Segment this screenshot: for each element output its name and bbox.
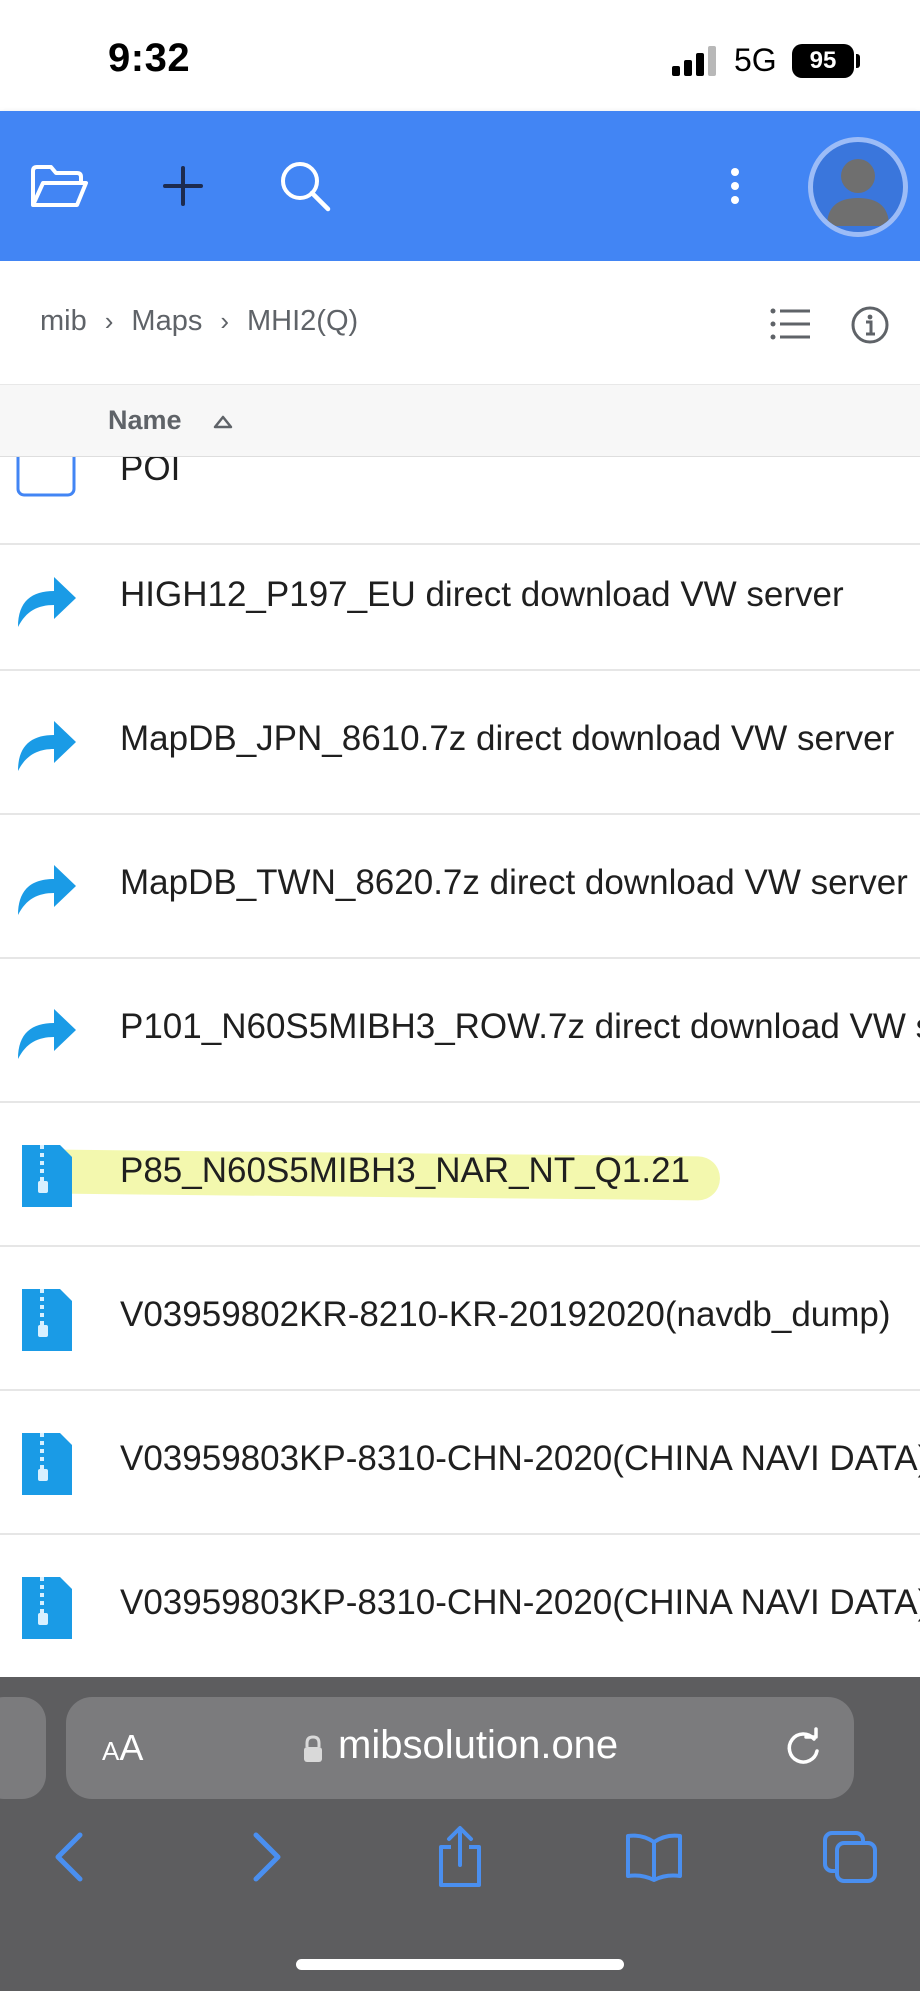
breadcrumb-bar: mib › Maps › MHI2(Q) xyxy=(0,261,920,385)
forward-icon[interactable] xyxy=(236,1827,296,1887)
address-bar[interactable]: AA mibsolution.one xyxy=(66,1697,854,1799)
shortcut-icon xyxy=(18,865,76,915)
file-name: HIGH12_P197_EU direct download VW server xyxy=(120,575,844,614)
shortcut-icon xyxy=(18,721,76,771)
file-name: MapDB_TWN_8620.7z direct download VW ser… xyxy=(120,863,908,902)
partial-folder-icon xyxy=(14,457,80,507)
file-name: V03959803KP-8310-CHN-2020(CHINA NAVI DAT… xyxy=(120,1583,920,1622)
sort-ascending-icon[interactable] xyxy=(212,411,234,433)
zip-archive-icon xyxy=(22,1145,72,1207)
chevron-right-icon: › xyxy=(104,306,114,336)
bookmarks-icon[interactable] xyxy=(624,1827,684,1887)
browser-toolbar: AA mibsolution.one xyxy=(0,1677,920,1991)
back-icon[interactable] xyxy=(40,1827,100,1887)
zip-archive-icon xyxy=(22,1289,72,1351)
breadcrumb-item-current[interactable]: MHI2(Q) xyxy=(247,305,358,338)
tabs-icon[interactable] xyxy=(820,1827,880,1887)
list-item[interactable]: HIGH12_P197_EU direct download VW server xyxy=(0,527,920,671)
column-header: Name xyxy=(0,385,920,457)
shortcut-icon xyxy=(18,1009,76,1059)
list-item[interactable]: V03959803KP-8310-CHN-2020(CHINA NAVI DAT… xyxy=(0,1391,920,1535)
zip-archive-icon xyxy=(22,1577,72,1639)
shortcut-icon xyxy=(18,577,76,627)
file-name: V03959803KP-8310-CHN-2020(CHINA NAVI DAT… xyxy=(120,1439,920,1478)
lock-icon xyxy=(304,1735,322,1762)
file-list: POI HIGH12_P197_EU direct download VW se… xyxy=(0,457,920,1677)
signal-icon xyxy=(672,46,716,76)
avatar[interactable] xyxy=(808,137,908,237)
breadcrumb-item-maps[interactable]: Maps xyxy=(131,305,202,338)
url-text: mibsolution.one xyxy=(338,1723,619,1767)
text-size-button[interactable]: AA xyxy=(102,1727,143,1769)
list-item[interactable]: P85_N60S5MIBH3_NAR_NT_Q1.21 xyxy=(0,1103,920,1247)
list-item[interactable]: V03959803KP-8310-CHN-2020(CHINA NAVI DAT… xyxy=(0,1535,920,1677)
list-item[interactable]: V03959802KR-8210-KR-20192020(navdb_dump) xyxy=(0,1247,920,1391)
zip-archive-icon xyxy=(22,1433,72,1495)
reload-icon[interactable] xyxy=(782,1727,824,1769)
share-icon[interactable] xyxy=(430,1826,490,1887)
more-vert-icon[interactable] xyxy=(700,151,770,221)
network-type: 5G xyxy=(734,42,777,78)
file-name: P85_N60S5MIBH3_NAR_NT_Q1.21 xyxy=(120,1151,691,1190)
file-name: MapDB_JPN_8610.7z direct download VW ser… xyxy=(120,719,895,758)
previous-tab-peek[interactable] xyxy=(0,1697,46,1799)
list-item[interactable]: MapDB_TWN_8620.7z direct download VW ser… xyxy=(0,815,920,959)
battery-tip xyxy=(856,54,860,68)
status-bar: 9:32 5G 95 xyxy=(0,0,920,111)
battery-indicator: 95 xyxy=(792,44,854,78)
column-header-name[interactable]: Name xyxy=(108,405,182,436)
add-icon[interactable] xyxy=(148,151,218,221)
list-item[interactable]: MapDB_JPN_8610.7z direct download VW ser… xyxy=(0,671,920,815)
home-indicator xyxy=(296,1959,624,1970)
file-name: V03959802KR-8210-KR-20192020(navdb_dump) xyxy=(120,1295,891,1334)
breadcrumb: mib › Maps › MHI2(Q) xyxy=(40,305,358,338)
user-avatar-icon xyxy=(827,159,889,226)
folder-open-icon[interactable] xyxy=(24,151,94,221)
chevron-right-icon: › xyxy=(220,306,229,336)
file-name: P101_N60S5MIBH3_ROW.7z direct download V… xyxy=(120,1007,920,1046)
breadcrumb-item-mib[interactable]: mib xyxy=(40,305,87,338)
search-icon[interactable] xyxy=(270,151,340,221)
status-time: 9:32 xyxy=(108,36,191,80)
app-toolbar xyxy=(0,111,920,261)
file-name: POI xyxy=(120,457,181,488)
info-icon[interactable] xyxy=(850,305,890,345)
list-view-icon[interactable] xyxy=(770,307,810,341)
list-item[interactable]: P101_N60S5MIBH3_ROW.7z direct download V… xyxy=(0,959,920,1103)
